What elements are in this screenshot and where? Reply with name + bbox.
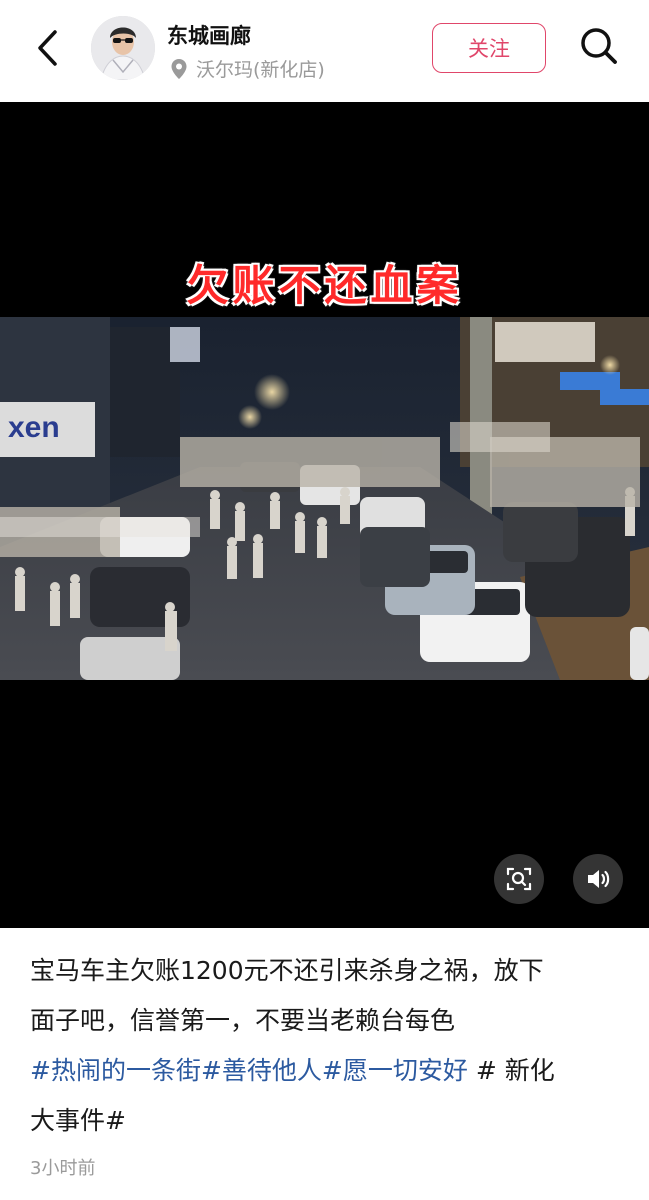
caption-line: 面子吧，信誉第一，不要当老赖台每色 xyxy=(30,1006,456,1035)
video-player[interactable]: 欠账不还血案 xen xyxy=(0,102,649,928)
location-label: 沃尔玛(新化店) xyxy=(196,59,325,81)
screenshot-icon xyxy=(506,867,532,891)
hashtag-link[interactable]: #愿一切安好 xyxy=(322,1056,468,1085)
post-timestamp: 3小时前 xyxy=(30,1158,96,1179)
hashtag-row: #热闹的一条街#善待他人#愿一切安好 # 新化 xyxy=(30,1046,620,1096)
search-button[interactable] xyxy=(576,23,622,69)
hashtag-row: 大事件# xyxy=(30,1096,620,1146)
location-tag[interactable]: 沃尔玛(新化店) xyxy=(170,55,325,82)
top-bar: 东城画廊 沃尔玛(新化店) 关注 xyxy=(0,0,649,102)
back-button[interactable] xyxy=(28,28,68,68)
post-caption: 宝马车主欠账1200元不还引来杀身之祸，放下 面子吧，信誉第一，不要当老赖台每色… xyxy=(30,946,620,1146)
avatar[interactable] xyxy=(91,16,155,80)
location-pin-icon xyxy=(170,58,188,80)
follow-button[interactable]: 关注 xyxy=(432,23,546,73)
video-frame: xen xyxy=(0,317,649,680)
chevron-left-icon xyxy=(38,30,57,66)
search-icon xyxy=(581,28,617,64)
hashtag-text: # 新化 xyxy=(475,1056,555,1085)
screenshot-button[interactable] xyxy=(494,854,544,904)
video-overlay-title: 欠账不还血案 xyxy=(186,261,463,310)
hashtag-text: 大事件# xyxy=(30,1106,126,1135)
volume-icon xyxy=(588,870,610,888)
hashtag-link[interactable]: #热闹的一条街 xyxy=(30,1056,201,1085)
hashtag-link[interactable]: #善待他人 xyxy=(201,1056,322,1085)
caption-line: 宝马车主欠账1200元不还引来杀身之祸，放下 xyxy=(30,956,544,985)
volume-button[interactable] xyxy=(573,854,623,904)
shop-sign-text: xen xyxy=(8,411,60,444)
author-name[interactable]: 东城画廊 xyxy=(167,20,251,50)
